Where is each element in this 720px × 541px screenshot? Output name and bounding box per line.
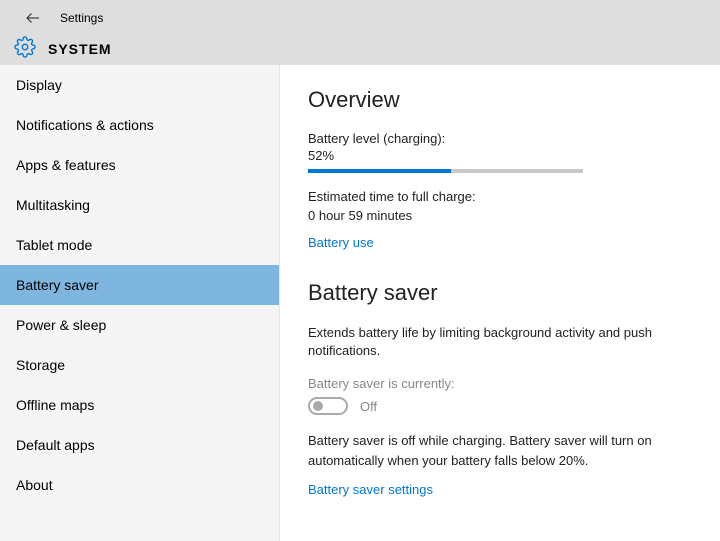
battery-saver-currently-label: Battery saver is currently: <box>308 376 692 391</box>
toggle-knob-icon <box>313 401 323 411</box>
battery-level-value: 52% <box>308 148 692 163</box>
battery-saver-toggle-row: Off <box>308 397 692 415</box>
gear-icon <box>14 36 36 61</box>
main-panel: Overview Battery level (charging): 52% E… <box>280 65 720 541</box>
battery-saver-title: Battery saver <box>308 280 692 306</box>
header: Settings SYSTEM <box>0 0 720 65</box>
battery-saver-toggle[interactable] <box>308 397 348 415</box>
sidebar-item-notifications-actions[interactable]: Notifications & actions <box>0 105 279 145</box>
battery-progress-fill <box>308 169 451 173</box>
estimated-time-value: 0 hour 59 minutes <box>308 208 692 223</box>
sidebar-item-offline-maps[interactable]: Offline maps <box>0 385 279 425</box>
back-button[interactable] <box>24 9 42 27</box>
back-arrow-icon <box>24 9 42 27</box>
sidebar-item-battery-saver[interactable]: Battery saver <box>0 265 279 305</box>
overview-title: Overview <box>308 87 692 113</box>
battery-progress <box>308 169 583 173</box>
sidebar-item-display[interactable]: Display <box>0 65 279 105</box>
sidebar: DisplayNotifications & actionsApps & fea… <box>0 65 280 541</box>
sidebar-item-power-sleep[interactable]: Power & sleep <box>0 305 279 345</box>
sidebar-item-tablet-mode[interactable]: Tablet mode <box>0 225 279 265</box>
sidebar-item-default-apps[interactable]: Default apps <box>0 425 279 465</box>
page-title: SYSTEM <box>48 41 112 57</box>
battery-saver-note: Battery saver is off while charging. Bat… <box>308 431 692 470</box>
header-top: Settings <box>0 6 720 30</box>
content: DisplayNotifications & actionsApps & fea… <box>0 65 720 541</box>
battery-saver-description: Extends battery life by limiting backgro… <box>308 324 692 360</box>
estimated-time-label: Estimated time to full charge: <box>308 189 692 204</box>
header-main: SYSTEM <box>0 36 720 61</box>
battery-use-link[interactable]: Battery use <box>308 235 374 250</box>
battery-saver-settings-link[interactable]: Battery saver settings <box>308 482 433 497</box>
battery-saver-toggle-state: Off <box>360 399 377 414</box>
window-title: Settings <box>60 11 103 25</box>
sidebar-item-storage[interactable]: Storage <box>0 345 279 385</box>
battery-level-label: Battery level (charging): <box>308 131 692 146</box>
sidebar-item-about[interactable]: About <box>0 465 279 505</box>
sidebar-item-apps-features[interactable]: Apps & features <box>0 145 279 185</box>
sidebar-item-multitasking[interactable]: Multitasking <box>0 185 279 225</box>
